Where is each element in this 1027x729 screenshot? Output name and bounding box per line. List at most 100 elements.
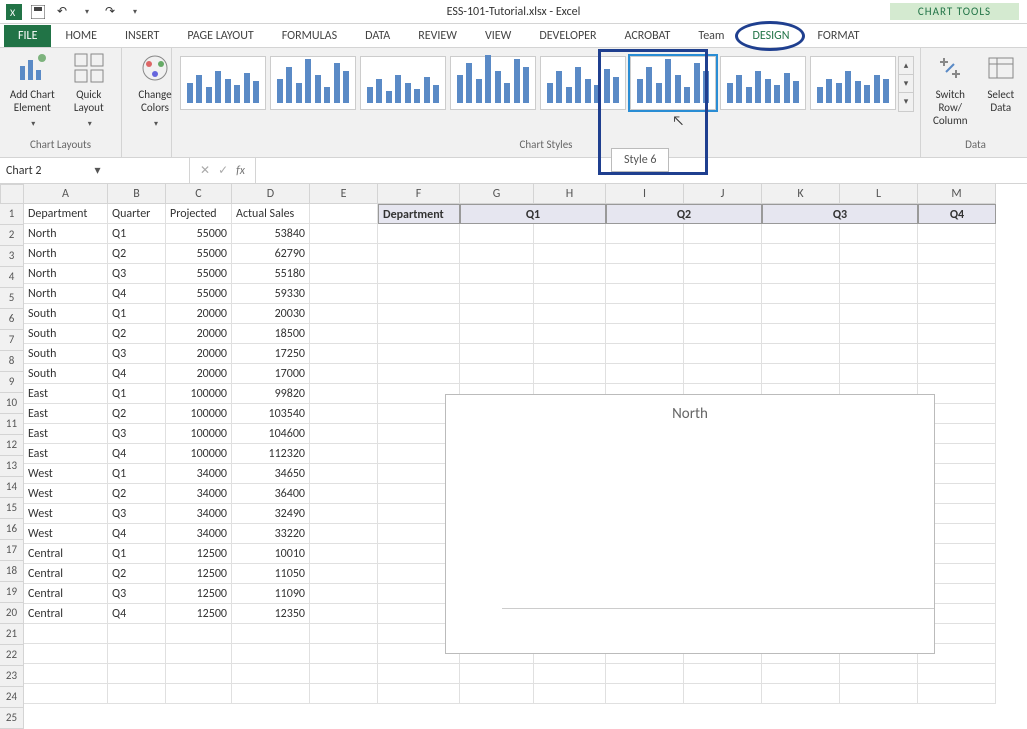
row-header-14[interactable]: 14 <box>0 477 24 498</box>
styles-gallery-more[interactable]: ▾ <box>899 93 913 111</box>
tab-team[interactable]: Team <box>684 25 738 47</box>
cell[interactable]: North <box>24 264 108 284</box>
cell[interactable] <box>918 224 996 244</box>
cell[interactable] <box>378 364 460 384</box>
row-header-10[interactable]: 10 <box>0 393 24 414</box>
cell[interactable] <box>606 304 684 324</box>
cell[interactable] <box>310 684 378 704</box>
cell[interactable] <box>762 684 840 704</box>
cell[interactable] <box>378 664 460 684</box>
tab-file[interactable]: FILE <box>4 25 51 47</box>
cell[interactable]: Q2 <box>108 244 166 264</box>
row-header-25[interactable]: 25 <box>0 708 24 729</box>
chart-style-6[interactable] <box>630 56 716 110</box>
cell[interactable]: 20000 <box>166 344 232 364</box>
row-header-13[interactable]: 13 <box>0 456 24 477</box>
embedded-chart[interactable]: North <box>445 394 935 654</box>
cell[interactable]: 62790 <box>232 244 310 264</box>
cell[interactable] <box>762 284 840 304</box>
chart-style-5[interactable] <box>540 56 626 110</box>
cell[interactable]: North <box>24 244 108 264</box>
cell[interactable]: Q4 <box>918 204 996 224</box>
cell[interactable]: 112320 <box>232 444 310 464</box>
cell[interactable]: Q1 <box>108 304 166 324</box>
cell[interactable]: Q1 <box>108 544 166 564</box>
cell[interactable] <box>684 304 762 324</box>
cell[interactable] <box>378 224 460 244</box>
cell[interactable] <box>166 644 232 664</box>
cell[interactable]: Q3 <box>108 584 166 604</box>
row-header-16[interactable]: 16 <box>0 519 24 540</box>
col-header-M[interactable]: M <box>918 184 996 204</box>
cell[interactable]: Q4 <box>108 284 166 304</box>
qat-customize[interactable] <box>126 4 142 20</box>
row-header-15[interactable]: 15 <box>0 498 24 519</box>
cell[interactable]: Q2 <box>108 404 166 424</box>
cell[interactable] <box>108 684 166 704</box>
col-header-E[interactable]: E <box>310 184 378 204</box>
cell[interactable] <box>918 684 996 704</box>
cell[interactable] <box>918 244 996 264</box>
cell[interactable] <box>762 244 840 264</box>
cell[interactable] <box>310 264 378 284</box>
cell[interactable] <box>378 244 460 264</box>
cell[interactable] <box>684 364 762 384</box>
cell[interactable]: South <box>24 304 108 324</box>
cell[interactable] <box>918 664 996 684</box>
cell[interactable] <box>378 284 460 304</box>
cell[interactable] <box>534 364 606 384</box>
cell[interactable] <box>310 624 378 644</box>
cell[interactable] <box>24 624 108 644</box>
cell[interactable] <box>24 644 108 664</box>
cell[interactable] <box>460 304 534 324</box>
tab-insert[interactable]: INSERT <box>111 25 173 47</box>
cell[interactable]: 17250 <box>232 344 310 364</box>
row-header-8[interactable]: 8 <box>0 351 24 372</box>
row-header-6[interactable]: 6 <box>0 309 24 330</box>
redo-icon[interactable]: ↷ <box>102 4 118 20</box>
cell[interactable] <box>684 324 762 344</box>
cell[interactable]: 20030 <box>232 304 310 324</box>
cell[interactable] <box>606 664 684 684</box>
cell[interactable] <box>840 264 918 284</box>
cell[interactable] <box>840 664 918 684</box>
tab-design[interactable]: DESIGN <box>739 25 804 47</box>
cell[interactable]: North <box>24 224 108 244</box>
cell[interactable] <box>460 684 534 704</box>
col-header-H[interactable]: H <box>534 184 606 204</box>
cell[interactable] <box>534 284 606 304</box>
cell[interactable] <box>840 304 918 324</box>
col-header-F[interactable]: F <box>378 184 460 204</box>
cell[interactable]: West <box>24 504 108 524</box>
cell[interactable] <box>310 424 378 444</box>
cell[interactable] <box>684 284 762 304</box>
col-header-C[interactable]: C <box>166 184 232 204</box>
cell[interactable]: 36400 <box>232 484 310 504</box>
cell[interactable]: South <box>24 324 108 344</box>
cell[interactable] <box>460 664 534 684</box>
cell[interactable]: 100000 <box>166 424 232 444</box>
row-header-17[interactable]: 17 <box>0 540 24 561</box>
undo-icon[interactable]: ↶ <box>54 4 70 20</box>
cell[interactable] <box>310 644 378 664</box>
cell[interactable]: 12500 <box>166 544 232 564</box>
row-header-12[interactable]: 12 <box>0 435 24 456</box>
cell[interactable]: 34000 <box>166 464 232 484</box>
cell[interactable] <box>310 384 378 404</box>
row-header-2[interactable]: 2 <box>0 225 24 246</box>
cell[interactable]: Q1 <box>108 464 166 484</box>
cell[interactable] <box>460 264 534 284</box>
cell[interactable]: Q4 <box>108 364 166 384</box>
undo-dropdown[interactable] <box>78 4 94 20</box>
cell[interactable] <box>762 364 840 384</box>
fx-icon[interactable]: fx <box>236 164 245 178</box>
cell[interactable] <box>460 224 534 244</box>
select-all-corner[interactable] <box>0 184 24 204</box>
chart-style-8[interactable] <box>810 56 896 110</box>
cell[interactable]: South <box>24 364 108 384</box>
cell[interactable] <box>310 224 378 244</box>
cell[interactable]: East <box>24 444 108 464</box>
cell[interactable] <box>534 304 606 324</box>
cell[interactable]: North <box>24 284 108 304</box>
cell[interactable] <box>166 664 232 684</box>
